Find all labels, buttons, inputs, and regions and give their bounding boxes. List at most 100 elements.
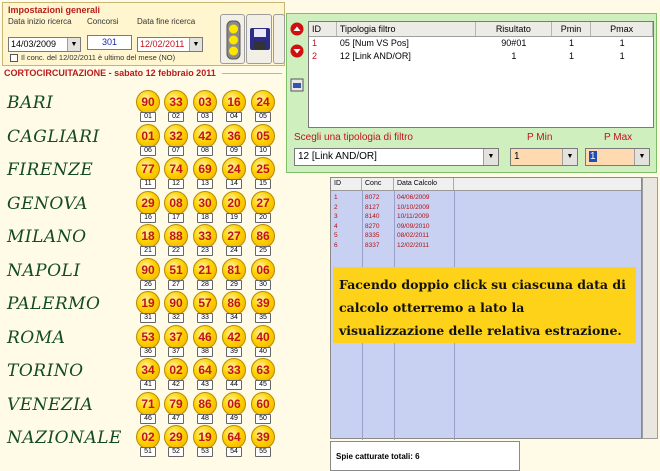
vertical-scrollbar[interactable] xyxy=(642,177,658,439)
number-ball[interactable]: 29 52 xyxy=(164,425,188,458)
number-ball[interactable]: 01 06 xyxy=(136,123,160,157)
filter-type-select[interactable]: 12 [Link AND/OR] ▼ xyxy=(294,148,499,166)
number-ball[interactable]: 27 24 xyxy=(222,224,246,257)
number-ball[interactable]: 69 13 xyxy=(193,157,217,190)
number-ball[interactable]: 46 38 xyxy=(193,324,217,358)
number-ball[interactable]: 40 40 xyxy=(251,324,275,358)
number-ball[interactable]: 16 04 xyxy=(222,90,246,123)
move-down-icon[interactable] xyxy=(290,44,304,58)
col-date[interactable]: Data Calcolo xyxy=(394,178,454,190)
number-ball[interactable]: 03 03 xyxy=(193,90,217,123)
number-ball[interactable]: 53 36 xyxy=(136,324,160,358)
chevron-down-icon[interactable]: ▼ xyxy=(562,149,577,165)
move-up-icon[interactable] xyxy=(290,22,304,36)
number-ball[interactable]: 27 20 xyxy=(251,190,275,224)
number-ball[interactable]: 39 55 xyxy=(251,425,275,458)
number-ball[interactable]: 05 10 xyxy=(251,123,275,157)
number-ball[interactable]: 36 09 xyxy=(222,123,246,157)
number-ball[interactable]: 64 43 xyxy=(193,358,217,391)
number-ball[interactable]: 32 07 xyxy=(164,123,188,157)
save-button[interactable] xyxy=(246,14,272,64)
number-ball[interactable]: 02 51 xyxy=(136,425,160,458)
number-ball[interactable]: 33 44 xyxy=(222,358,246,391)
number-ball[interactable]: 42 08 xyxy=(193,123,217,157)
number-ball[interactable]: 86 34 xyxy=(222,291,246,324)
number-ball[interactable]: 71 46 xyxy=(136,391,160,425)
start-date-label: Data inizio ricerca xyxy=(8,17,72,26)
print-icon[interactable] xyxy=(290,78,304,92)
number-ball[interactable]: 63 45 xyxy=(251,358,275,391)
results-table-header: ID Conc Data Calcolo xyxy=(331,178,641,191)
number-ball[interactable]: 06 49 xyxy=(222,391,246,425)
col-conc[interactable]: Conc xyxy=(362,178,394,190)
number-ball[interactable]: 29 16 xyxy=(136,190,160,224)
chevron-down-icon[interactable]: ▼ xyxy=(483,149,498,165)
number-ball[interactable]: 88 22 xyxy=(164,224,188,257)
number-ball[interactable]: 57 33 xyxy=(193,291,217,324)
number-ball[interactable]: 02 42 xyxy=(164,358,188,391)
col-risultato[interactable]: Risultato xyxy=(476,22,552,36)
number-ball[interactable]: 42 39 xyxy=(222,324,246,358)
table-row[interactable]: 1 8072 04/06/2009 xyxy=(331,193,641,202)
number-ball[interactable]: 74 12 xyxy=(164,157,188,190)
number-ball[interactable]: 20 19 xyxy=(222,190,246,224)
number-ball[interactable]: 30 18 xyxy=(193,190,217,224)
number-ball[interactable]: 33 23 xyxy=(193,224,217,257)
end-date-combo[interactable]: 12/02/2011 ▼ xyxy=(137,37,203,52)
col-tipologia[interactable]: Tipologia filtro xyxy=(337,22,477,36)
number-ball[interactable]: 08 17 xyxy=(164,190,188,224)
pmin-select[interactable]: 1 ▼ xyxy=(510,148,578,166)
extra-tool-button[interactable] xyxy=(273,14,285,64)
number-ball[interactable]: 18 21 xyxy=(136,224,160,257)
number-ball[interactable]: 77 11 xyxy=(136,157,160,190)
number-ball[interactable]: 37 37 xyxy=(164,324,188,358)
number-ball[interactable]: 24 05 xyxy=(251,90,275,123)
traffic-light-button[interactable] xyxy=(220,14,245,64)
table-row[interactable]: 2 12 [Link AND/OR] 1 1 1 xyxy=(309,50,653,63)
col-pmax[interactable]: Pmax xyxy=(591,22,653,36)
bulb-icon: 06 xyxy=(251,257,275,282)
number-ball[interactable]: 19 31 xyxy=(136,291,160,324)
col-pmin[interactable]: Pmin xyxy=(552,22,592,36)
cell-conc: 8337 xyxy=(365,242,380,249)
col-id[interactable]: ID xyxy=(309,22,337,36)
table-row[interactable]: 6 8337 12/02/2011 xyxy=(331,241,641,250)
table-row[interactable]: 1 05 [Num VS Pos] 90#01 1 1 xyxy=(309,37,653,50)
last-month-checkbox[interactable] xyxy=(10,54,18,62)
number-ball[interactable]: 90 01 xyxy=(136,90,160,123)
number-ball[interactable]: 60 50 xyxy=(251,391,275,425)
number-ball[interactable]: 25 15 xyxy=(251,157,275,190)
number-ball[interactable]: 90 32 xyxy=(164,291,188,324)
position-label: 23 xyxy=(197,246,213,256)
number-ball[interactable]: 24 14 xyxy=(222,157,246,190)
table-row[interactable]: 5 8335 08/02/2011 xyxy=(331,231,641,240)
number-ball[interactable]: 21 28 xyxy=(193,257,217,291)
number-ball[interactable]: 33 02 xyxy=(164,90,188,123)
bulb-icon: 24 xyxy=(222,157,246,181)
number-ball[interactable]: 86 48 xyxy=(193,391,217,425)
pmax-select[interactable]: 1 ▼ xyxy=(585,148,650,166)
bulb-icon: 39 xyxy=(251,291,275,315)
table-row[interactable]: 4 8270 09/09/2010 xyxy=(331,222,641,231)
concorsi-input[interactable]: 301 xyxy=(87,35,132,50)
table-row[interactable]: 2 8127 10/10/2009 xyxy=(331,203,641,212)
pmax-value: 1 xyxy=(589,151,597,162)
number-ball[interactable]: 34 41 xyxy=(136,358,160,391)
table-row[interactable]: 3 8140 10/11/2009 xyxy=(331,212,641,221)
number-ball[interactable]: 39 35 xyxy=(251,291,275,324)
number-ball[interactable]: 06 30 xyxy=(251,257,275,291)
number-ball[interactable]: 79 47 xyxy=(164,391,188,425)
chevron-down-icon[interactable]: ▼ xyxy=(67,38,80,51)
chevron-down-icon[interactable]: ▼ xyxy=(634,149,649,165)
chevron-down-icon[interactable]: ▼ xyxy=(189,38,202,51)
start-date-combo[interactable]: 14/03/2009 ▼ xyxy=(8,37,81,52)
bulb-icon: 33 xyxy=(193,224,217,248)
number-ball[interactable]: 86 25 xyxy=(251,224,275,257)
number-ball[interactable]: 81 29 xyxy=(222,257,246,291)
number-ball[interactable]: 19 53 xyxy=(193,425,217,458)
number-ball[interactable]: 90 26 xyxy=(136,257,160,291)
col-id[interactable]: ID xyxy=(331,178,362,190)
number-ball[interactable]: 64 54 xyxy=(222,425,246,458)
position-label: 33 xyxy=(197,313,213,323)
number-ball[interactable]: 51 27 xyxy=(164,257,188,291)
